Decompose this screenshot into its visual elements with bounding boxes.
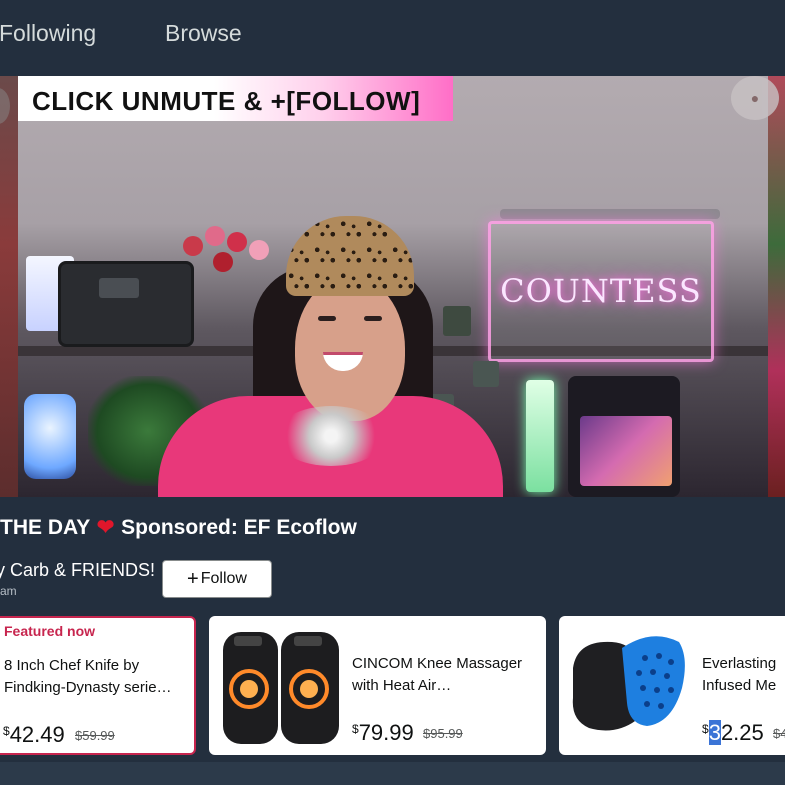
leopard-cap — [286, 216, 414, 296]
follow-button[interactable]: + Follow — [162, 560, 272, 598]
neon-mount — [500, 209, 720, 219]
banner-text: CLICK UNMUTE & +[FOLLOW] — [32, 86, 421, 116]
list-price: $95.99 — [423, 726, 463, 741]
host-subtitle: am — [0, 584, 17, 598]
light-bar — [526, 380, 554, 492]
video-frame: COUNTESS CLICK UNMUTE & +[FOLLOW] — [18, 76, 768, 497]
product-price: $32.25 — [702, 720, 764, 745]
host-name[interactable]: y Carb & FRIENDS! — [0, 560, 155, 581]
channel-logo-icon[interactable]: ● — [731, 76, 779, 120]
title-suffix: Sponsored: EF Ecoflow — [121, 516, 357, 539]
host-eye — [364, 316, 382, 321]
knee-massager-image — [223, 632, 339, 744]
host-face — [295, 276, 405, 421]
unmute-banner: CLICK UNMUTE & +[FOLLOW] — [18, 76, 453, 121]
featured-badge: Featured now — [4, 623, 96, 639]
power-station — [58, 261, 194, 347]
bottom-bar — [0, 762, 785, 785]
product-card[interactable]: Everlasting Infused Me $32.25 $4 — [559, 616, 785, 755]
tab-following[interactable]: Following — [0, 20, 96, 47]
seat-cushion-image — [572, 636, 685, 731]
product-title: 8 Inch Chef Knife by Findking-Dynasty se… — [4, 657, 172, 696]
video-blur-left — [0, 76, 18, 497]
product-card[interactable]: Featured now 8 Inch Chef Knife by Findki… — [0, 616, 196, 755]
product-card[interactable]: CINCOM Knee Massager with Heat Air… $79.… — [209, 616, 546, 755]
selected-text: 3 — [708, 720, 721, 745]
product-price: $42.49 — [3, 722, 65, 747]
title-prefix: THE DAY — [0, 516, 90, 539]
tab-browse[interactable]: Browse — [165, 20, 242, 47]
product-title: Everlasting Infused Me — [702, 655, 777, 694]
projector-device — [568, 376, 680, 497]
necklace — [276, 406, 386, 466]
neon-sign-text: COUNTESS — [500, 272, 702, 310]
host-eye — [318, 316, 336, 321]
video-blur-right — [767, 76, 785, 497]
succulent — [443, 306, 471, 336]
blue-lamp — [24, 394, 76, 479]
flowers — [183, 226, 273, 296]
list-price: $4 — [773, 726, 785, 741]
stream-title: THE DAY ❤ Sponsored: EF Ecoflow — [0, 515, 357, 540]
neon-sign: COUNTESS — [488, 221, 714, 362]
top-nav: Following Browse — [0, 0, 785, 72]
heart-icon: ❤ — [96, 516, 115, 539]
product-price: $79.99 — [352, 720, 414, 745]
list-price: $59.99 — [75, 728, 115, 743]
product-title: CINCOM Knee Massager with Heat Air… — [352, 655, 523, 694]
follow-label: Follow — [200, 570, 247, 587]
live-video-player[interactable]: COUNTESS CLICK UNMUTE & +[FOLLOW] ● — [0, 76, 785, 497]
succulent — [473, 361, 499, 387]
plus-icon: + — [187, 568, 199, 590]
